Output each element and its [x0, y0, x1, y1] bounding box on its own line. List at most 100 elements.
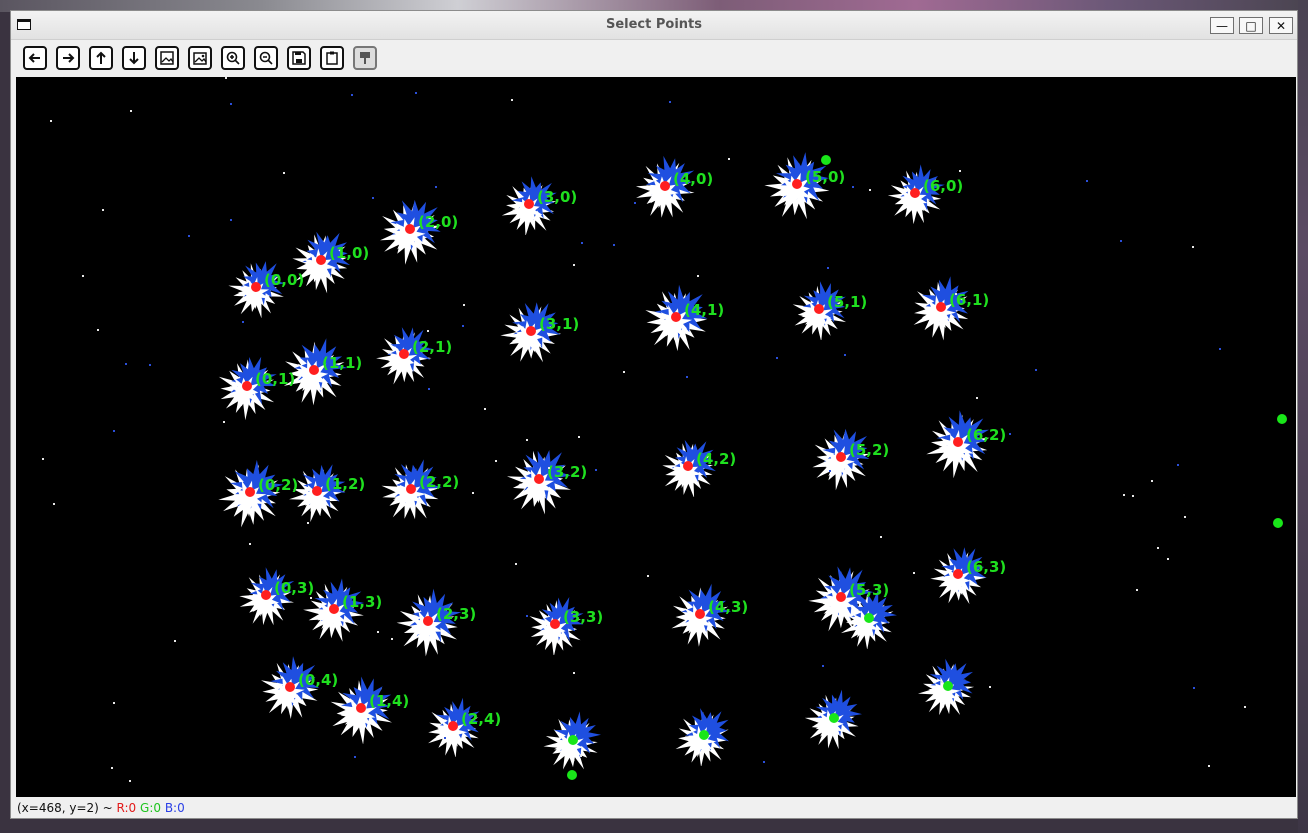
selected-point-marker[interactable] [245, 487, 255, 497]
maximize-button[interactable]: □ [1239, 17, 1263, 34]
selected-point-marker[interactable] [242, 381, 252, 391]
window-title: Select Points [605, 17, 703, 32]
noise-speck [225, 77, 227, 79]
noise-speck [42, 458, 44, 460]
zoom-out-icon [259, 51, 273, 65]
noise-speck [613, 244, 615, 246]
point-label: (1,2) [325, 475, 366, 493]
noise-speck [1136, 589, 1138, 591]
pixel-red-value: R:0 [116, 801, 137, 815]
noise-speck [1193, 687, 1195, 689]
candidate-point-marker[interactable] [567, 770, 577, 780]
selected-point-marker[interactable] [405, 224, 415, 234]
candidate-point-marker[interactable] [1277, 414, 1287, 424]
noise-speck [686, 376, 688, 378]
selected-point-marker[interactable] [261, 590, 271, 600]
noise-speck [230, 219, 232, 221]
candidate-point-marker[interactable] [829, 713, 839, 723]
zoom-out-button[interactable] [254, 46, 278, 70]
selected-point-marker[interactable] [910, 188, 920, 198]
candidate-point-marker[interactable] [568, 735, 578, 745]
noise-speck [526, 615, 528, 617]
zoom-in-button[interactable] [221, 46, 245, 70]
selected-point-marker[interactable] [660, 181, 670, 191]
select-points-window: Select Points — □ ✕ (0,0) (1,0) (2,0) (3… [10, 10, 1298, 819]
copy-button[interactable] [320, 46, 344, 70]
candidate-point-marker[interactable] [864, 613, 874, 623]
noise-speck [1035, 369, 1037, 371]
point-label: (2,3) [436, 605, 477, 623]
noise-speck [130, 110, 132, 112]
selected-point-marker[interactable] [356, 703, 366, 713]
selected-point-marker[interactable] [936, 302, 946, 312]
noise-speck [97, 329, 99, 331]
selected-point-marker[interactable] [683, 461, 693, 471]
selected-point-marker[interactable] [285, 682, 295, 692]
noise-speck [472, 492, 474, 494]
cursor-coords: (x=468, y=2) ~ [17, 801, 117, 815]
noise-speck [1151, 480, 1153, 482]
selected-point-marker[interactable] [406, 484, 416, 494]
selected-point-marker[interactable] [251, 282, 261, 292]
selected-point-marker[interactable] [836, 452, 846, 462]
selected-point-marker[interactable] [792, 179, 802, 189]
noise-speck [372, 197, 374, 199]
noise-speck [989, 686, 991, 688]
noise-speck [511, 99, 513, 101]
selected-point-marker[interactable] [953, 569, 963, 579]
selected-point-marker[interactable] [524, 199, 534, 209]
selected-point-marker[interactable] [671, 312, 681, 322]
selected-point-marker[interactable] [316, 255, 326, 265]
selected-point-marker[interactable] [695, 609, 705, 619]
selected-point-marker[interactable] [550, 619, 560, 629]
selected-point-marker[interactable] [526, 326, 536, 336]
selected-point-marker[interactable] [423, 616, 433, 626]
properties-button[interactable] [353, 46, 377, 70]
candidate-point-marker[interactable] [699, 730, 709, 740]
noise-speck [125, 363, 127, 365]
pan-right-button[interactable] [56, 46, 80, 70]
paint-brush-icon [360, 52, 370, 64]
selected-point-marker[interactable] [448, 721, 458, 731]
noise-speck [1086, 180, 1088, 182]
zoom-fit-button[interactable] [155, 46, 179, 70]
desktop-background-right [1298, 0, 1308, 833]
point-label: (1,0) [329, 244, 370, 262]
pan-down-button[interactable] [122, 46, 146, 70]
noise-speck [941, 681, 943, 683]
selected-point-marker[interactable] [814, 304, 824, 314]
pan-left-button[interactable] [23, 46, 47, 70]
noise-speck [102, 209, 104, 211]
selected-point-marker[interactable] [836, 592, 846, 602]
close-button[interactable]: ✕ [1269, 17, 1293, 34]
save-button[interactable] [287, 46, 311, 70]
candidate-point-marker[interactable] [1273, 518, 1283, 528]
point-label: (6,0) [923, 177, 964, 195]
point-label: (4,1) [684, 301, 725, 319]
selected-point-marker[interactable] [534, 474, 544, 484]
noise-speck [463, 304, 465, 306]
title-bar[interactable]: Select Points — □ ✕ [11, 11, 1297, 40]
selected-point-marker[interactable] [953, 437, 963, 447]
pan-up-button[interactable] [89, 46, 113, 70]
noise-speck [1184, 516, 1186, 518]
noise-speck [223, 421, 225, 423]
image-canvas[interactable]: (0,0) (1,0) (2,0) (3,0) (4,0) (5,0) (6,0) (0,1)… [16, 77, 1296, 797]
noise-speck [444, 737, 446, 739]
noise-speck [113, 702, 115, 704]
noise-speck [1219, 348, 1221, 350]
point-label: (4,0) [673, 170, 714, 188]
point-label: (1,4) [369, 692, 410, 710]
candidate-point-marker[interactable] [821, 155, 831, 165]
selected-point-marker[interactable] [309, 365, 319, 375]
selected-point-marker[interactable] [399, 349, 409, 359]
zoom-original-button[interactable] [188, 46, 212, 70]
candidate-point-marker[interactable] [943, 681, 953, 691]
selected-point-marker[interactable] [329, 604, 339, 614]
noise-speck [283, 172, 285, 174]
point-label: (6,2) [966, 426, 1007, 444]
selected-point-marker[interactable] [312, 486, 322, 496]
noise-speck [82, 275, 84, 277]
minimize-button[interactable]: — [1210, 17, 1234, 34]
point-label: (4,3) [708, 598, 749, 616]
